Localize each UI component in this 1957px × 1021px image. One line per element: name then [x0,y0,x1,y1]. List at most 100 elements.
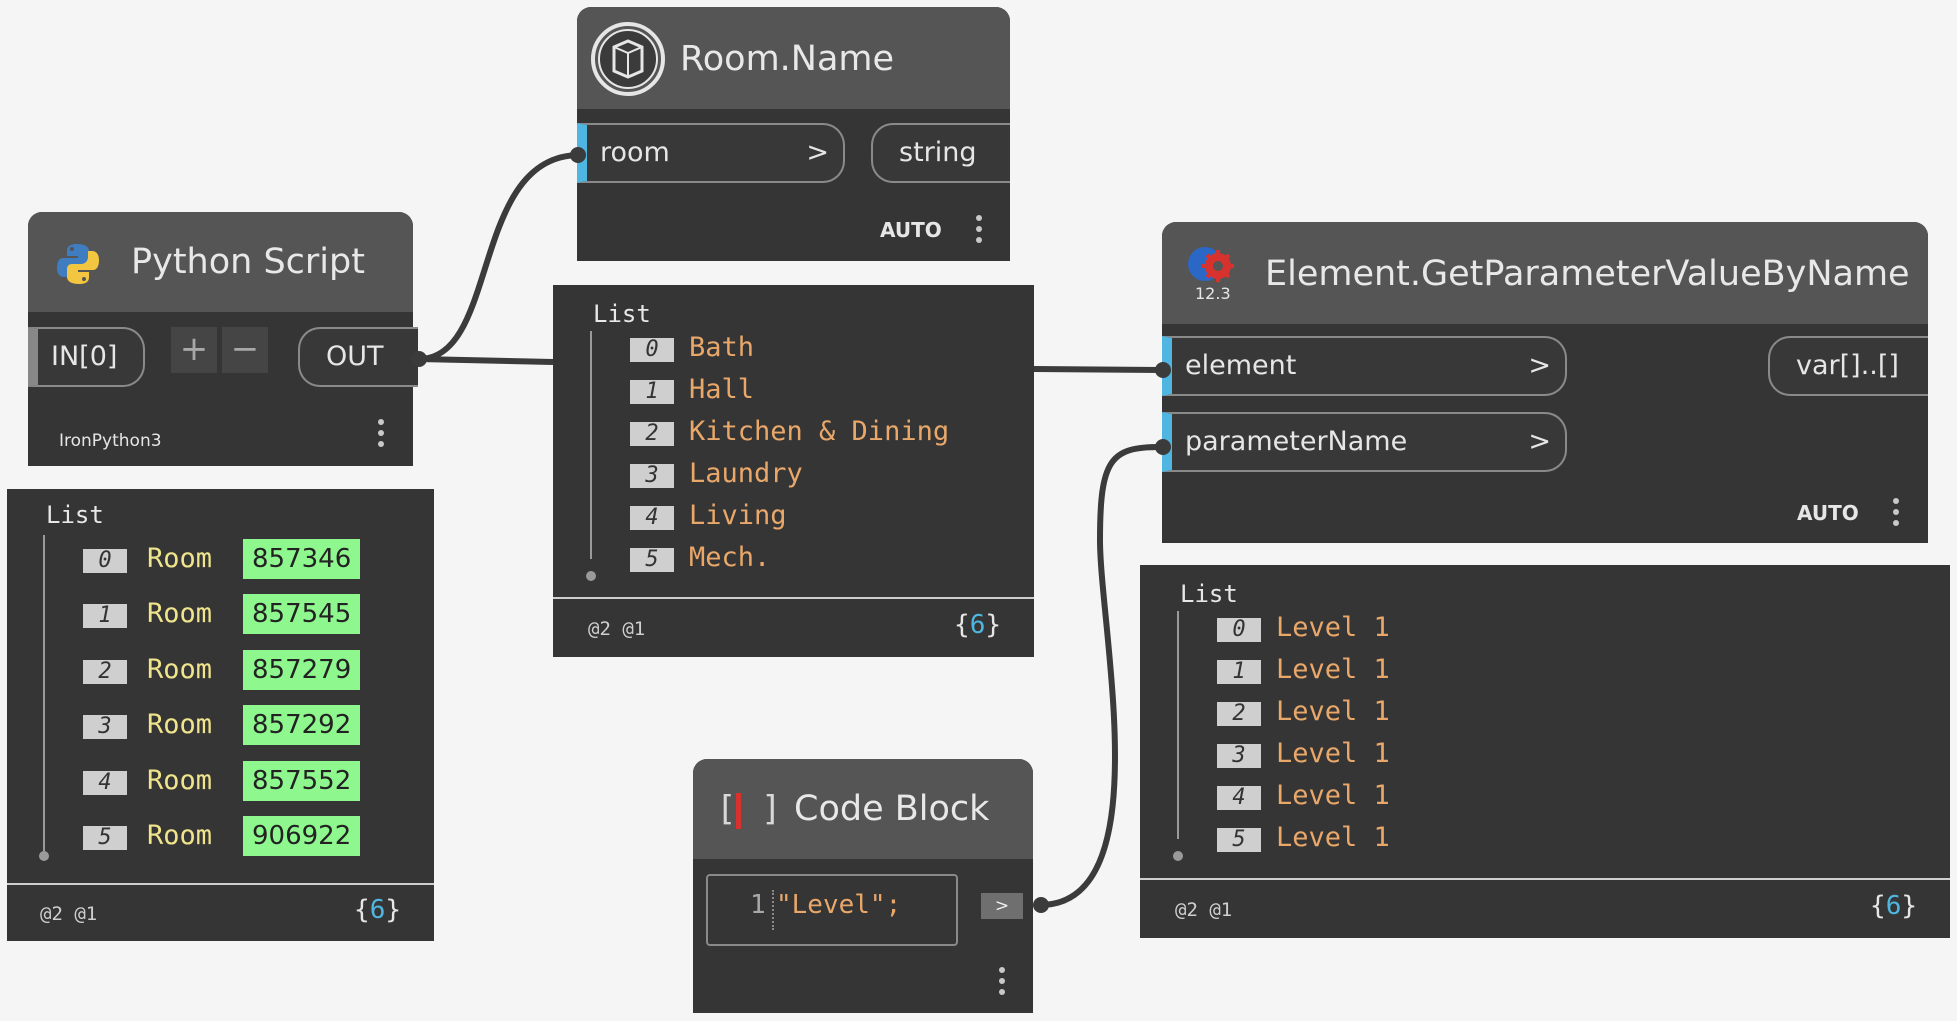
list-levels[interactable]: @2 @1 [1175,899,1232,921]
wire-python-to-element[interactable] [1033,366,1161,373]
room-lacing-label[interactable]: AUTO [880,218,942,242]
list-item: 0 Room 857346 [83,539,423,579]
remove-input-button[interactable]: − [222,327,268,373]
code-block-output-port[interactable]: > [981,893,1023,919]
list-levels[interactable]: @2 @1 [588,618,645,640]
python-preview-header: List [46,501,104,529]
python-engine-label[interactable]: IronPython3 [59,431,162,451]
list-item: 3 Laundry [630,458,1030,492]
get-parameter-output-label: var[]..[] [1796,350,1899,381]
list-levels[interactable]: @2 @1 [40,903,97,925]
python-menu-icon[interactable] [378,419,386,452]
list-item: 5 Mech. [630,542,1030,576]
tree-line [590,331,592,559]
python-output-handle[interactable] [411,351,427,367]
list-item: 4 Room 857552 [83,761,423,801]
wire-python-to-preview [418,356,554,365]
list-item: 2 Room 857279 [83,650,423,690]
get-parameter-output-port[interactable]: var[]..[] [1768,336,1928,396]
list-index: 3 [630,464,674,488]
code-block-icon: [ ] [716,789,784,829]
list-value: Room [147,765,213,796]
parametername-input-label: parameterName [1185,426,1408,457]
item-count: {6} [954,610,1001,640]
python-preview-bubble: List 0 Room 857346 1 Room 857545 2 Room … [7,489,434,941]
add-input-button[interactable]: + [171,327,217,373]
code-editor[interactable]: 1 "Level"; [706,874,958,946]
list-value: Hall [689,374,755,405]
element-input-port[interactable]: element > [1162,336,1567,396]
element-input-arrow: > [1528,350,1551,381]
room-output-label: string [899,137,977,168]
python-output-port[interactable]: OUT [298,327,418,387]
room-menu-icon[interactable] [976,215,984,248]
list-index: 5 [83,826,127,850]
element-id-badge[interactable]: 857346 [243,539,361,579]
list-index: 2 [1217,702,1261,726]
get-parameter-lacing-label[interactable]: AUTO [1797,501,1859,525]
parametername-input-arrow: > [1528,426,1551,457]
list-value: Level 1 [1276,738,1390,769]
list-index: 1 [83,604,127,628]
element-id-badge[interactable]: 906922 [243,816,361,856]
get-parameter-preview-bubble: List 0 Level 1 1 Level 1 2 Level 1 3 Lev… [1140,565,1950,938]
list-index: 2 [83,660,127,684]
element-id-badge[interactable]: 857279 [243,650,361,690]
item-count: {6} [354,895,401,925]
list-item: 1 Room 857545 [83,594,423,634]
room-input-handle[interactable] [570,147,586,163]
code-block-menu-icon[interactable] [999,967,1007,1000]
python-icon [57,244,99,284]
element-input-handle[interactable] [1155,362,1171,378]
list-value: Level 1 [1276,780,1390,811]
list-value: Room [147,598,213,629]
list-value: Level 1 [1276,654,1390,685]
room-output-port[interactable]: string [871,123,1010,183]
room-input-port[interactable]: room > [577,123,845,183]
room-name-header[interactable]: Room.Name [577,7,1010,109]
parametername-input-port[interactable]: parameterName > [1162,412,1567,472]
list-index: 3 [1217,744,1261,768]
element-id-badge[interactable]: 857552 [243,761,361,801]
list-index: 5 [1217,828,1261,852]
list-value: Room [147,709,213,740]
room-name-node[interactable]: Room.Name room > string AUTO [577,7,1010,261]
list-value: Level 1 [1276,696,1390,727]
python-script-node[interactable]: Python Script IN[0] + − OUT IronPython3 [28,212,418,466]
code-block-output-handle[interactable] [1033,897,1049,913]
code-block-node[interactable]: [ ] Code Block 1 "Level"; > [693,759,1033,1013]
code-gutter-divider [772,890,774,930]
list-index: 2 [630,422,674,446]
get-parameter-preview-header: List [1180,580,1238,608]
room-icon [591,22,665,96]
element-id-badge[interactable]: 857545 [243,594,361,634]
parametername-input-handle[interactable] [1155,439,1171,455]
list-item: 5 Room 906922 [83,816,423,856]
list-index: 0 [630,338,674,362]
list-value: Kitchen & Dining [689,416,950,447]
tree-line [43,535,45,851]
element-id-badge[interactable]: 857292 [243,705,361,745]
item-count: {6} [1870,891,1917,921]
list-item: 1 Level 1 [1217,654,1617,688]
get-parameter-header[interactable]: 12.3 Element.GetParameterValueByName [1162,222,1928,324]
code-block-header[interactable]: [ ] Code Block [693,759,1033,859]
get-parameter-menu-icon[interactable] [1893,498,1901,531]
tree-line [1177,611,1179,839]
get-parameter-node[interactable]: 12.3 Element.GetParameterValueByName ele… [1162,222,1928,543]
python-input-port[interactable]: IN[0] [28,327,145,387]
list-item: 4 Living [630,500,1030,534]
list-index: 4 [630,506,674,530]
room-name-preview-bubble: List 0 Bath 1 Hall 2 Kitchen & Dining 3 … [553,285,1034,657]
python-input-label: IN[0] [51,341,118,372]
code-text[interactable]: "Level"; [776,890,901,920]
code-line-number: 1 [750,890,766,920]
list-index: 0 [83,549,127,573]
python-script-header[interactable]: Python Script [28,212,413,312]
room-name-title: Room.Name [680,39,895,79]
list-item: 0 Level 1 [1217,612,1617,646]
code-block-icon-accent [736,793,741,829]
list-value: Room [147,820,213,851]
list-value: Bath [689,332,755,363]
room-preview-header: List [593,300,651,328]
